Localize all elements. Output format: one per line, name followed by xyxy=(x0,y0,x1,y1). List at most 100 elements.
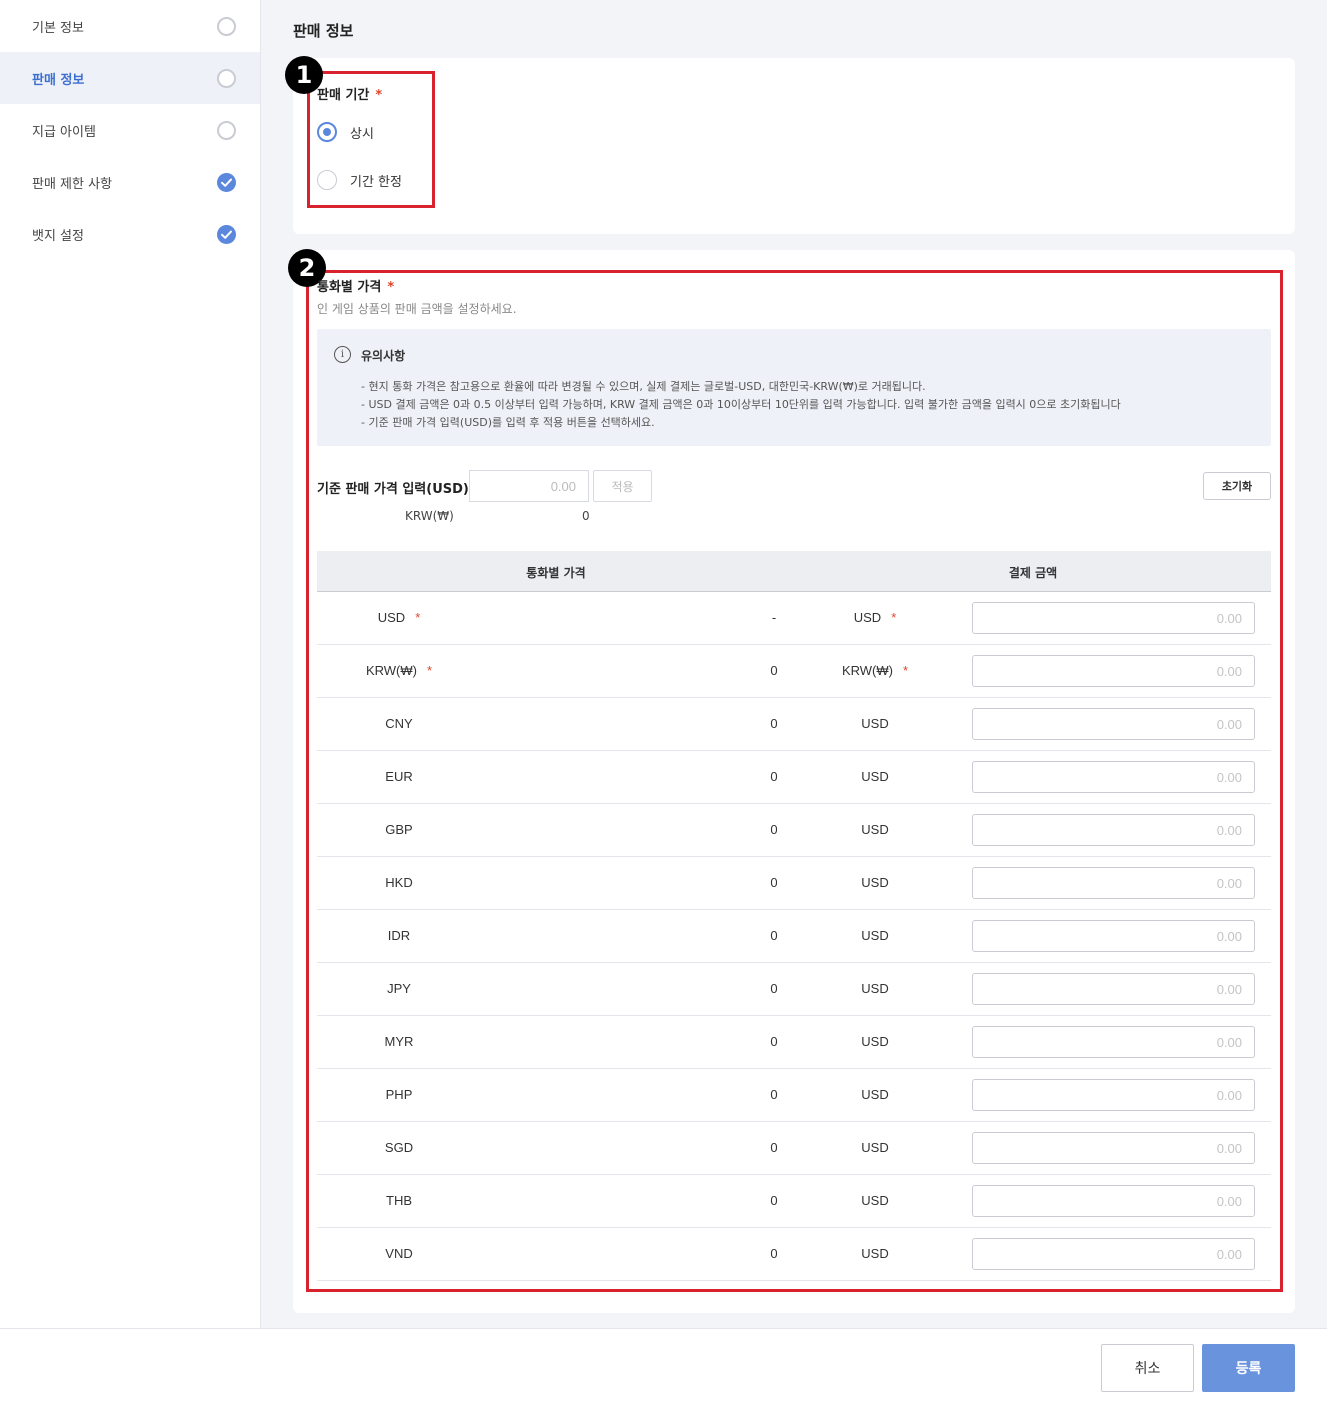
currency-value: 0 xyxy=(770,822,778,837)
sidebar-item-label: 판매 제한 사항 xyxy=(32,176,113,192)
base-price-label: 기준 판매 가격 입력(USD) xyxy=(317,482,469,497)
currency-code: SGD xyxy=(384,1140,414,1155)
sidebar: 기본 정보판매 정보지급 아이템판매 제한 사항뱃지 설정 xyxy=(0,0,261,1328)
sidebar-item[interactable]: 기본 정보 xyxy=(0,0,260,52)
sidebar-item[interactable]: 뱃지 설정 xyxy=(0,208,260,260)
table-row: THB 0 USD xyxy=(317,1175,1271,1228)
empty-circle-icon xyxy=(217,69,236,88)
sale-period-card xyxy=(293,58,1295,234)
currency-name: HKD xyxy=(385,875,412,890)
column-header-payment: 결제 금액 xyxy=(1008,566,1058,580)
payment-currency: USD xyxy=(861,1140,888,1155)
payment-amount-input[interactable] xyxy=(972,973,1255,1005)
payment-currency: USD xyxy=(861,716,888,731)
payment-currency-code: USD xyxy=(853,610,882,625)
radio-limited[interactable]: 기간 한정 xyxy=(317,170,402,190)
empty-circle-icon xyxy=(217,121,236,140)
required-mark: * xyxy=(891,610,897,625)
payment-currency: USD * xyxy=(854,610,897,625)
payment-currency-code: USD xyxy=(861,875,889,890)
payment-currency: USD xyxy=(861,1034,888,1049)
radio-button-always[interactable] xyxy=(317,122,337,142)
payment-amount-input[interactable] xyxy=(972,920,1255,952)
table-row: IDR 0 USD xyxy=(317,910,1271,963)
currency-code: VND xyxy=(385,1246,413,1261)
payment-amount-input[interactable] xyxy=(972,1185,1255,1217)
currency-code: USD xyxy=(377,610,406,625)
currency-value: 0 xyxy=(770,875,778,890)
table-row: MYR 0 USD xyxy=(317,1016,1271,1069)
sidebar-item[interactable]: 판매 정보 xyxy=(0,52,260,104)
base-price-input[interactable] xyxy=(469,470,589,502)
payment-amount-input[interactable] xyxy=(972,1079,1255,1111)
payment-amount-input[interactable] xyxy=(972,655,1255,687)
payment-currency-code: USD xyxy=(861,981,889,996)
sale-period-label: 판매 기간 * xyxy=(317,84,382,103)
currency-name: VND xyxy=(385,1246,412,1261)
payment-currency: USD xyxy=(861,769,888,784)
payment-amount-input[interactable] xyxy=(972,867,1255,899)
submit-button[interactable]: 등록 xyxy=(1202,1344,1295,1392)
cancel-button[interactable]: 취소 xyxy=(1101,1344,1194,1392)
payment-currency: USD xyxy=(861,1246,888,1261)
table-row: VND 0 USD xyxy=(317,1228,1271,1281)
table-row: SGD 0 USD xyxy=(317,1122,1271,1175)
apply-button[interactable]: 적용 xyxy=(593,470,652,502)
currency-code: EUR xyxy=(385,769,413,784)
currency-name: EUR xyxy=(385,769,412,784)
payment-currency-code: USD xyxy=(861,1087,889,1102)
reset-button[interactable]: 초기화 xyxy=(1203,472,1271,500)
sidebar-list: 기본 정보판매 정보지급 아이템판매 제한 사항뱃지 설정 xyxy=(0,0,260,260)
sidebar-item[interactable]: 판매 제한 사항 xyxy=(0,156,260,208)
payment-currency-code: USD xyxy=(861,1193,889,1208)
payment-currency-code: USD xyxy=(861,716,889,731)
currency-value: 0 xyxy=(770,928,778,943)
payment-amount-input[interactable] xyxy=(972,1238,1255,1270)
sidebar-item-label: 지급 아이템 xyxy=(32,124,96,140)
currency-value: 0 xyxy=(770,1246,778,1261)
sidebar-item-label: 기본 정보 xyxy=(32,20,84,36)
currency-value: 0 xyxy=(770,769,778,784)
currency-name: KRW(₩) * xyxy=(366,663,432,678)
table-row: PHP 0 USD xyxy=(317,1069,1271,1122)
notice-line: - USD 결제 금액은 0과 0.5 이상부터 입력 가능하며, KRW 결제… xyxy=(361,398,1121,411)
currency-name: USD * xyxy=(378,610,421,625)
notice-box: i 유의사항 - 현지 통화 가격은 참고용으로 환율에 따라 변경될 수 있으… xyxy=(317,329,1271,446)
radio-button-limited[interactable] xyxy=(317,170,337,190)
payment-currency-code: USD xyxy=(861,769,889,784)
footer-bar: 취소 등록 xyxy=(0,1328,1327,1405)
required-mark: * xyxy=(902,663,909,678)
radio-always[interactable]: 상시 xyxy=(317,122,374,142)
sidebar-item-label: 뱃지 설정 xyxy=(32,228,84,244)
currency-name: IDR xyxy=(388,928,410,943)
table-row: USD * - USD * xyxy=(317,592,1271,645)
payment-amount-input[interactable] xyxy=(972,1026,1255,1058)
currency-name: CNY xyxy=(385,716,412,731)
required-mark: * xyxy=(387,280,395,295)
payment-amount-input[interactable] xyxy=(972,708,1255,740)
payment-currency: USD xyxy=(861,875,888,890)
currency-value: 0 xyxy=(770,663,778,678)
sidebar-item[interactable]: 지급 아이템 xyxy=(0,104,260,156)
price-table-body: USD*-USD*KRW(₩)*0KRW(₩)*CNY0USDEUR0USDGB… xyxy=(317,592,1271,1281)
column-header-currency: 통화별 가격 xyxy=(526,566,586,580)
required-mark: * xyxy=(426,663,433,678)
payment-amount-input[interactable] xyxy=(972,761,1255,793)
payment-amount-input[interactable] xyxy=(972,602,1255,634)
payment-amount-input[interactable] xyxy=(972,814,1255,846)
payment-currency: USD xyxy=(861,981,888,996)
main-content: 판매 정보 1 판매 기간 * 상시 기간 한정 2 통화별 가격 * 인 게임 상… xyxy=(261,0,1327,1328)
currency-price-label: 통화별 가격 * xyxy=(317,276,394,295)
notice-line: - 기준 판매 가격 입력(USD)를 입력 후 적용 버튼을 선택하세요. xyxy=(361,416,655,429)
payment-currency: USD xyxy=(861,1087,888,1102)
payment-amount-input[interactable] xyxy=(972,1132,1255,1164)
price-table-header: 통화별 가격 결제 금액 xyxy=(317,551,1271,592)
table-row: HKD 0 USD xyxy=(317,857,1271,910)
payment-currency: USD xyxy=(861,822,888,837)
sale-period-label-text: 판매 기간 xyxy=(317,88,370,103)
currency-code: JPY xyxy=(387,981,411,996)
currency-value: 0 xyxy=(770,1087,778,1102)
currency-name: THB xyxy=(386,1193,412,1208)
krw-label: KRW(₩) xyxy=(405,509,454,523)
currency-code: HKD xyxy=(385,875,413,890)
